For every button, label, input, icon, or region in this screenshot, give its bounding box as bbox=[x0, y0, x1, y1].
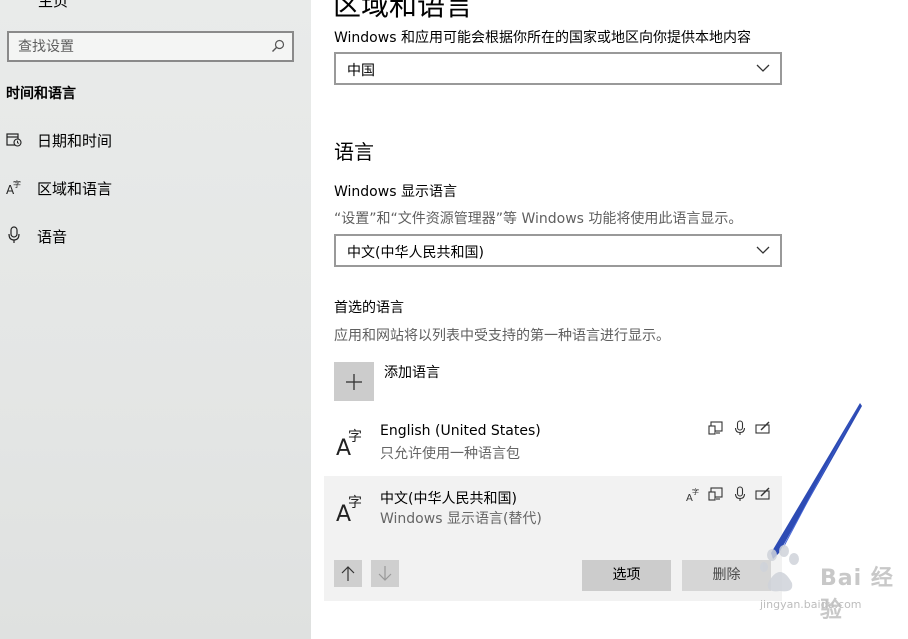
move-up-button[interactable] bbox=[334, 560, 362, 587]
sidebar: 主页 时间和语言 日期和时间 A 字 区域和语言 语音 bbox=[0, 0, 311, 639]
search-box[interactable] bbox=[7, 31, 294, 62]
region-description: Windows 和应用可能会根据你所在的国家或地区向你提供本地内容 bbox=[334, 30, 751, 46]
arrow-up-icon bbox=[341, 566, 355, 581]
plus-icon bbox=[346, 374, 362, 390]
search-input[interactable] bbox=[18, 38, 258, 56]
arrow-down-icon bbox=[378, 566, 392, 581]
language-icon: A 字 bbox=[6, 179, 21, 196]
watermark-text: Bai 经验 bbox=[820, 566, 894, 623]
add-language-button[interactable] bbox=[334, 362, 374, 401]
display-feature-icon bbox=[708, 487, 723, 501]
language-name: English (United States) bbox=[380, 423, 541, 439]
preferred-languages-description: 应用和网站将以列表中受支持的第一种语言进行显示。 bbox=[334, 328, 670, 344]
sidebar-section-title: 时间和语言 bbox=[6, 86, 76, 102]
calendar-clock-icon bbox=[6, 133, 22, 147]
display-language-description: “设置”和“文件资源管理器”等 Windows 功能将使用此语言显示。 bbox=[334, 211, 743, 227]
display-language-label: Windows 显示语言 bbox=[334, 184, 457, 200]
language-pack-icon: A 字 bbox=[686, 487, 699, 502]
main-panel: 区域和语言 Windows 和应用可能会根据你所在的国家或地区向你提供本地内容 … bbox=[311, 0, 908, 639]
chevron-down-icon bbox=[756, 246, 770, 254]
add-language-label[interactable]: 添加语言 bbox=[384, 362, 440, 382]
search-icon[interactable] bbox=[271, 39, 285, 53]
page-title: 区域和语言 bbox=[333, 0, 474, 22]
language-subtitle: Windows 显示语言(替代) bbox=[380, 511, 542, 527]
preferred-languages-label: 首选的语言 bbox=[334, 300, 404, 316]
svg-text:字: 字 bbox=[348, 495, 362, 511]
chevron-down-icon bbox=[756, 64, 770, 72]
display-language-select[interactable]: 中文(中华人民共和国) bbox=[334, 234, 782, 267]
language-name: 中文(中华人民共和国) bbox=[380, 491, 517, 507]
sidebar-item-label: 语音 bbox=[37, 228, 68, 246]
options-button[interactable]: 选项 bbox=[582, 560, 671, 591]
svg-text:字: 字 bbox=[13, 179, 21, 189]
language-item-english[interactable]: A 字 English (United States) 只允许使用一种语言包 bbox=[324, 410, 782, 472]
home-link[interactable]: 主页 bbox=[38, 0, 68, 11]
watermark-url: jingyan.baidu.com bbox=[760, 598, 862, 611]
microphone-icon bbox=[8, 226, 20, 243]
microphone-icon bbox=[734, 486, 746, 501]
move-down-button[interactable] bbox=[371, 560, 399, 587]
language-glyph-icon: A 字 bbox=[336, 495, 362, 522]
sidebar-item-label: 区域和语言 bbox=[37, 180, 113, 198]
language-glyph-icon: A 字 bbox=[336, 429, 362, 456]
svg-text:字: 字 bbox=[348, 429, 362, 445]
display-feature-icon bbox=[708, 421, 723, 435]
region-select[interactable]: 中国 bbox=[334, 52, 782, 85]
sidebar-item-region-language[interactable]: A 字 区域和语言 bbox=[0, 168, 311, 208]
language-heading: 语言 bbox=[334, 140, 374, 164]
annotation-arrow bbox=[771, 403, 862, 559]
microphone-icon bbox=[734, 420, 746, 435]
svg-text:字: 字 bbox=[692, 487, 699, 496]
sidebar-item-date-time[interactable]: 日期和时间 bbox=[0, 120, 311, 160]
display-language-select-value: 中文(中华人民共和国) bbox=[347, 245, 484, 261]
sidebar-item-label: 日期和时间 bbox=[37, 132, 113, 150]
sidebar-item-speech[interactable]: 语音 bbox=[0, 216, 311, 256]
region-select-value: 中国 bbox=[347, 63, 375, 79]
language-subtitle: 只允许使用一种语言包 bbox=[380, 446, 520, 462]
